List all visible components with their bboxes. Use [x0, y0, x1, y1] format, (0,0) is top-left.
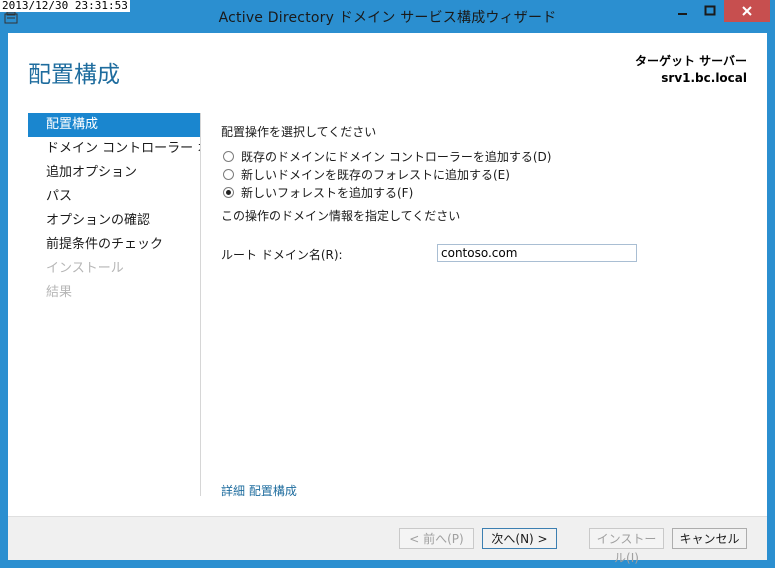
root-domain-row: ルート ドメイン名(R):: [221, 244, 741, 266]
close-button[interactable]: [724, 0, 770, 22]
maximize-button[interactable]: [697, 0, 723, 22]
radio-add-domain-existing-forest[interactable]: 新しいドメインを既存のフォレストに追加する(E): [221, 165, 741, 183]
nav-item-installation: インストール: [46, 261, 124, 276]
install-button: インストール(I): [589, 528, 664, 565]
deployment-config-panel: 配置操作を選択してください 既存のドメインにドメイン コントローラーを追加する(…: [221, 123, 741, 262]
nav-item-additional-options[interactable]: 追加オプション: [28, 161, 200, 185]
previous-button: < 前へ(P): [399, 528, 474, 549]
timestamp-overlay: 2013/12/30 23:31:53: [0, 0, 130, 12]
radio-label: 既存のドメインにドメイン コントローラーを追加する(D): [241, 149, 552, 164]
minimize-button[interactable]: [670, 0, 696, 22]
radio-indicator[interactable]: [223, 150, 234, 162]
root-domain-input[interactable]: [437, 244, 637, 262]
target-server-label: ターゲット サーバー: [634, 54, 747, 68]
radio-label: 新しいドメインを既存のフォレストに追加する(E): [241, 167, 510, 182]
domain-info-heading: この操作のドメイン情報を指定してください: [221, 209, 461, 223]
nav-item-review-options[interactable]: オプションの確認: [28, 209, 200, 233]
nav-item-prerequisites-check[interactable]: 前提条件のチェック: [28, 233, 200, 257]
radio-indicator[interactable]: [223, 168, 234, 180]
wizard-footer: < 前へ(P) 次へ(N) > インストール(I) キャンセル: [8, 516, 767, 565]
cancel-button[interactable]: キャンセル: [672, 528, 747, 549]
more-about-deployment-link[interactable]: 詳細 配置構成: [221, 482, 297, 499]
radio-add-new-forest[interactable]: 新しいフォレストを追加する(F): [221, 183, 741, 201]
nav-divider: [200, 113, 201, 496]
nav-item-dc-options[interactable]: ドメイン コントローラー オプ…: [28, 137, 200, 161]
radio-add-dc-existing-domain[interactable]: 既存のドメインにドメイン コントローラーを追加する(D): [221, 147, 741, 165]
next-button[interactable]: 次へ(N) >: [482, 528, 557, 549]
wizard-client-area: 配置構成 ターゲット サーバー srv1.bc.local 配置構成 ドメイン …: [8, 33, 767, 565]
minimize-icon: [678, 13, 687, 15]
maximize-icon: [704, 5, 716, 16]
nav-item-results: 結果: [46, 285, 73, 300]
nav-item-deployment-config[interactable]: 配置構成: [28, 113, 200, 137]
nav-item-paths[interactable]: パス: [28, 185, 200, 209]
radio-label: 新しいフォレストを追加する(F): [241, 185, 414, 200]
close-icon: [742, 6, 752, 16]
page-title: 配置構成: [28, 62, 120, 88]
radio-indicator-checked[interactable]: [223, 186, 234, 198]
operation-heading: 配置操作を選択してください: [221, 125, 377, 139]
target-server-info: ターゲット サーバー srv1.bc.local: [635, 53, 747, 87]
wizard-step-nav: 配置構成 ドメイン コントローラー オプ… 追加オプション パス オプションの確…: [28, 113, 200, 305]
root-domain-label: ルート ドメイン名(R):: [221, 248, 343, 262]
target-server-name: srv1.bc.local: [661, 71, 747, 85]
